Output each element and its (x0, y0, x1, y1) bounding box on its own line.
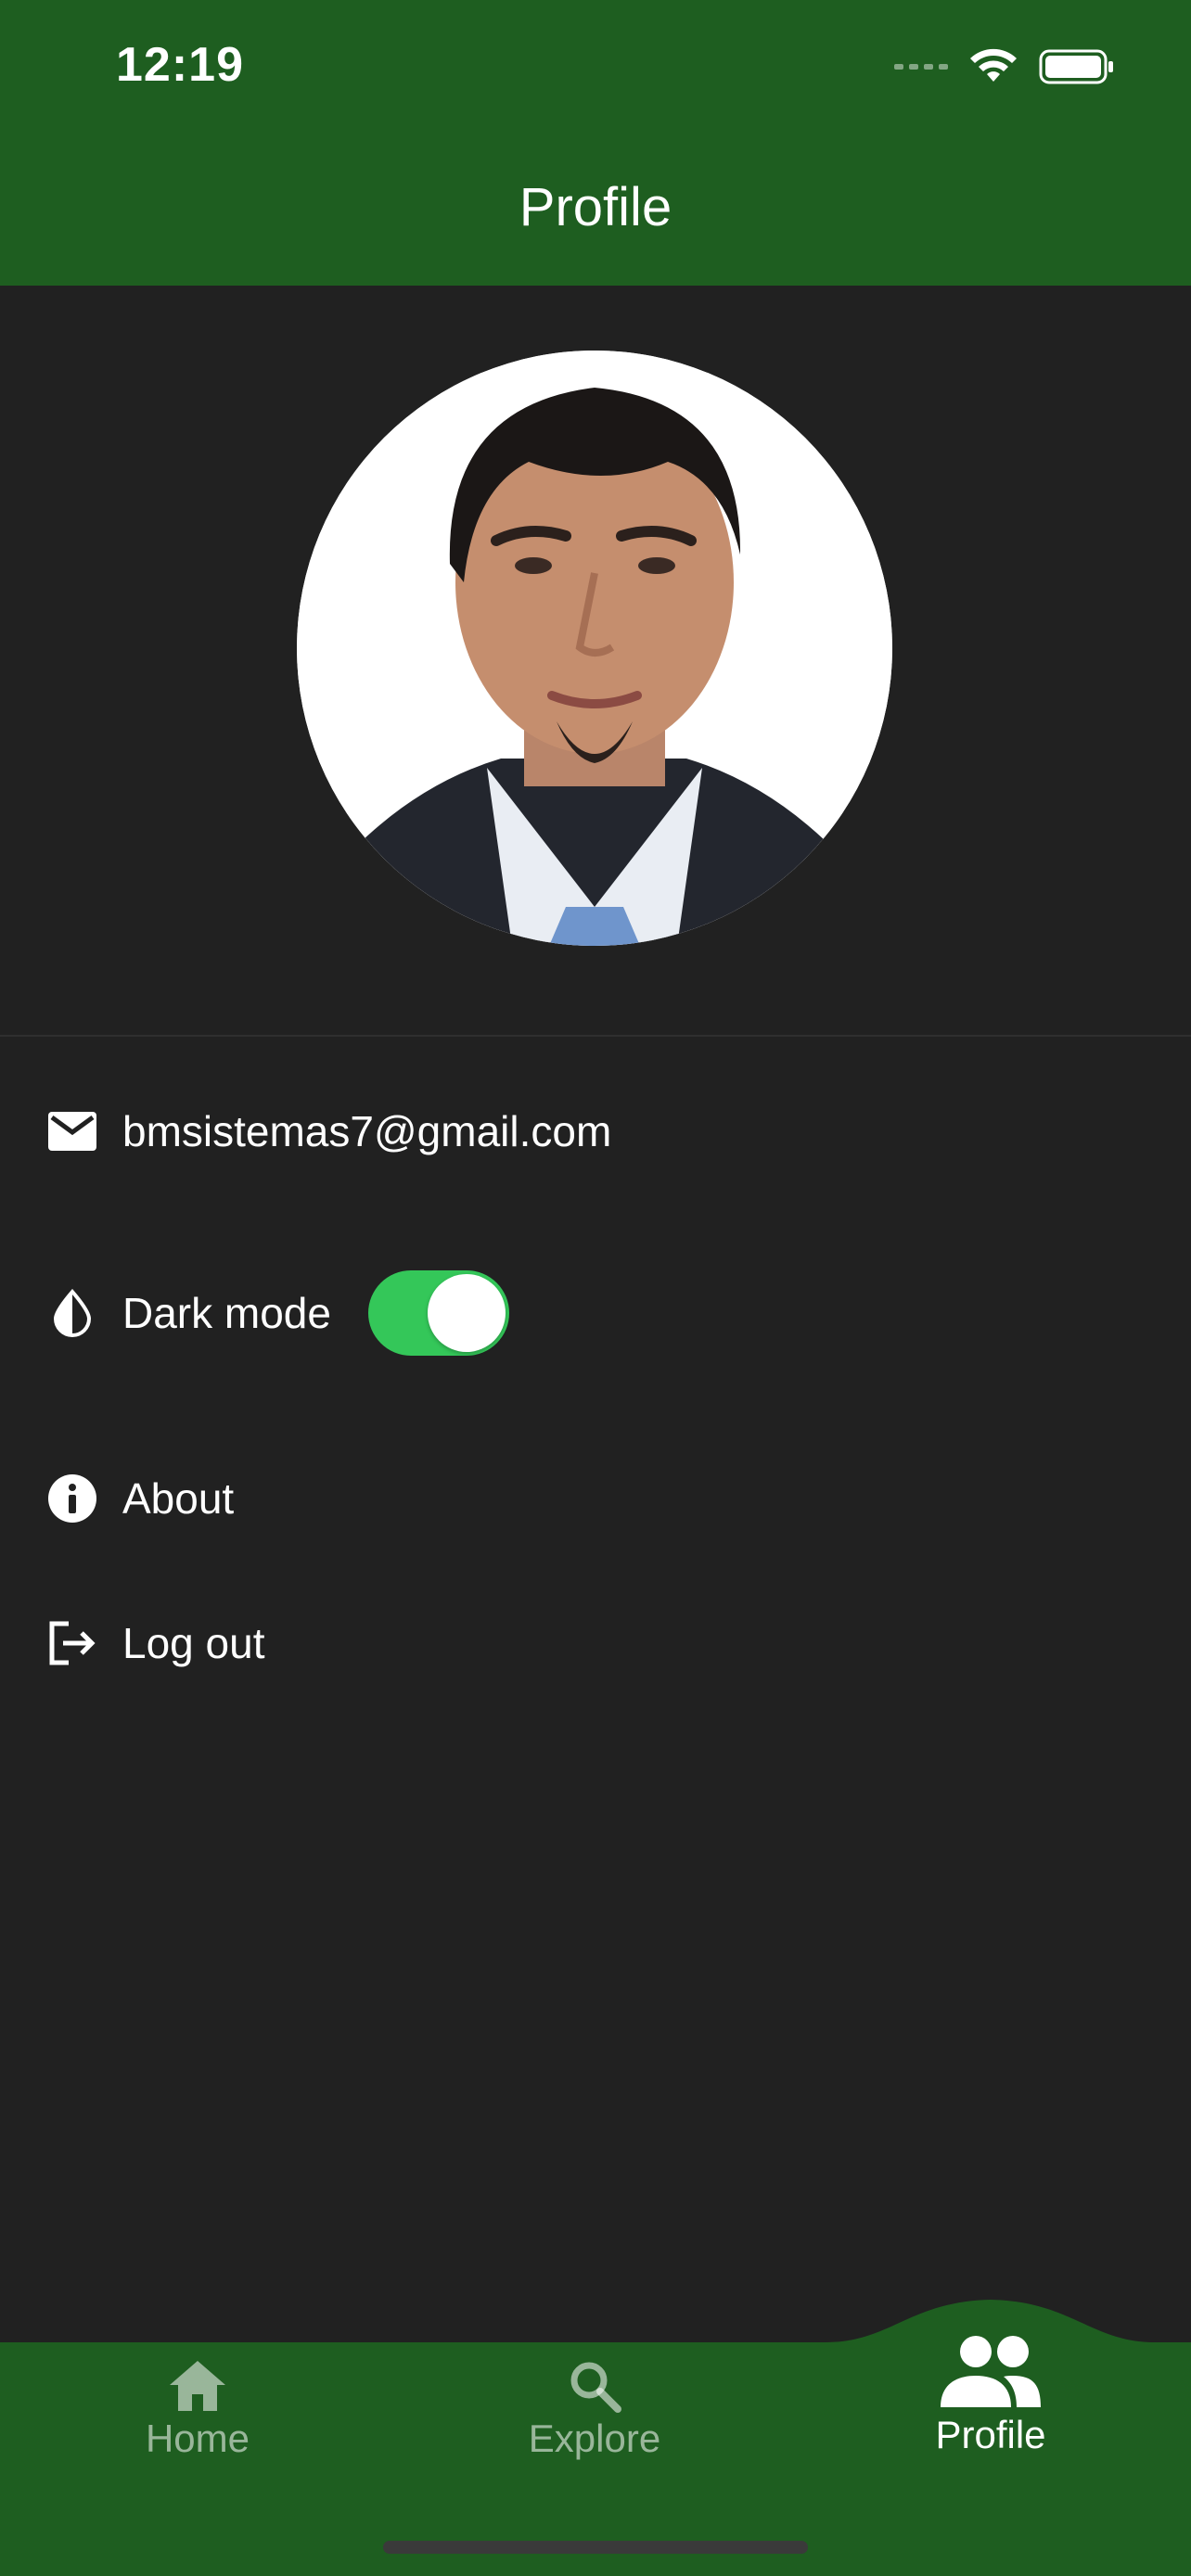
email-row: bmsistemas7@gmail.com (46, 1105, 611, 1157)
logout-icon (46, 1617, 98, 1669)
logout-label: Log out (122, 1619, 265, 1667)
nav-home[interactable]: Home (77, 2359, 318, 2461)
dark-mode-toggle[interactable] (367, 1270, 509, 1356)
search-icon (570, 2362, 621, 2413)
section-divider (0, 1035, 1191, 1037)
contrast-icon (46, 1287, 98, 1339)
toggle-knob (427, 1274, 506, 1352)
status-icons (894, 46, 1115, 87)
profile-screen: 12:19 Profile bmsistemas7@gmail.com Dark… (0, 0, 1191, 2576)
signal-icon (894, 64, 948, 70)
battery-icon (1039, 49, 1113, 84)
avatar[interactable] (297, 351, 892, 946)
page-title: Profile (519, 177, 672, 237)
nav-profile[interactable]: Profile (870, 2333, 1111, 2457)
dark-mode-row: Dark mode (46, 1270, 509, 1356)
bottom-navigation: Home Explore Profile (0, 2294, 1191, 2576)
logout-row[interactable]: Log out (46, 1617, 264, 1669)
nav-profile-label: Profile (935, 2413, 1046, 2456)
about-label: About (122, 1474, 235, 1523)
status-time: 12:19 (116, 38, 244, 92)
mail-icon (46, 1105, 98, 1157)
home-indicator (383, 2541, 808, 2554)
people-icon (941, 2336, 1041, 2407)
info-icon (46, 1473, 98, 1524)
email-text: bmsistemas7@gmail.com (122, 1107, 612, 1155)
nav-explore-label: Explore (528, 2417, 661, 2460)
nav-home-label: Home (145, 2417, 250, 2460)
about-row[interactable]: About (46, 1473, 234, 1524)
home-icon (170, 2361, 225, 2411)
profile-photo (297, 351, 892, 946)
app-header: 12:19 Profile (0, 0, 1191, 286)
nav-explore[interactable]: Explore (474, 2359, 715, 2461)
dark-mode-label: Dark mode (122, 1289, 331, 1337)
wifi-icon (970, 48, 1017, 82)
